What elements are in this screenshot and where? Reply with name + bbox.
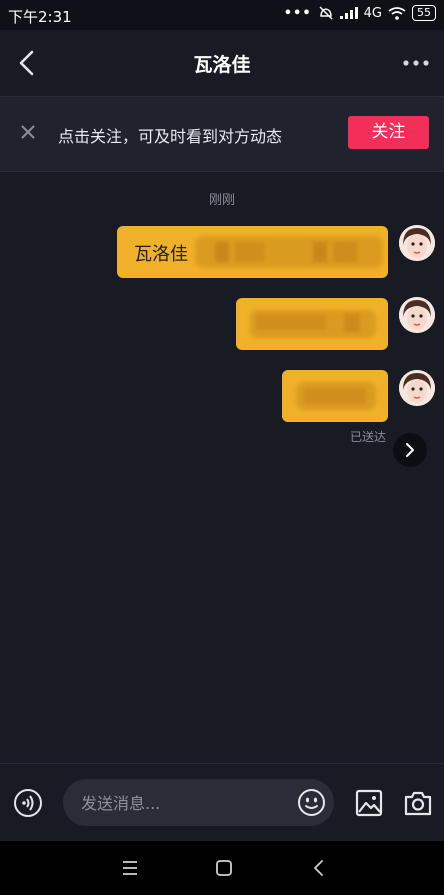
page-title: 瓦洛佳	[193, 54, 251, 76]
battery-level: 55	[412, 5, 436, 21]
follow-prompt-text: 点击关注，可及时看到对方动态	[58, 127, 283, 146]
close-icon[interactable]	[18, 122, 38, 142]
avatar[interactable]	[399, 225, 435, 261]
message-bubble[interactable]	[282, 370, 388, 422]
redacted-content	[215, 242, 229, 262]
redacted-content	[344, 314, 360, 332]
back-nav-icon[interactable]	[309, 858, 329, 878]
scroll-down-button[interactable]	[393, 433, 427, 467]
notification-dots-icon: •••	[283, 5, 312, 21]
more-dots-icon[interactable]	[402, 58, 430, 68]
follow-button[interactable]: 关注	[348, 116, 429, 149]
image-icon[interactable]	[355, 789, 383, 817]
signal-icon	[339, 7, 358, 19]
avatar-image	[399, 225, 435, 261]
status-time: 下午2:31	[8, 8, 72, 26]
redacted-content	[256, 314, 326, 330]
menu-icon[interactable]	[120, 858, 140, 878]
redacted-content	[235, 242, 265, 262]
message-timestamp: 刚刚	[208, 193, 235, 208]
follow-banner: 点击关注，可及时看到对方动态 关注	[0, 96, 444, 172]
message-composer	[0, 763, 444, 842]
redacted-content	[313, 242, 327, 262]
network-label: 4G	[363, 5, 382, 21]
delivered-status: 已送达	[349, 430, 386, 444]
chevron-right-icon	[406, 443, 414, 457]
avatar-image	[399, 297, 435, 333]
status-icons: ••• 4G 55	[284, 5, 436, 21]
chat-screen: 下午2:31 ••• 4G 55 瓦洛佳 点击关注，可及时看到对方动态 关注 刚…	[0, 0, 444, 895]
voice-icon[interactable]	[13, 788, 43, 818]
avatar-image	[399, 370, 435, 406]
status-bar: 下午2:31 ••• 4G 55	[0, 0, 444, 30]
message-bubble[interactable]	[236, 298, 388, 350]
message-input-container	[63, 779, 334, 828]
message-input[interactable]	[79, 779, 283, 828]
avatar[interactable]	[399, 370, 435, 406]
wifi-icon	[388, 6, 406, 20]
home-icon[interactable]	[214, 858, 234, 878]
system-nav-bar	[0, 841, 444, 895]
message-bubble[interactable]: 瓦洛佳	[117, 226, 388, 278]
redacted-content	[304, 388, 366, 404]
avatar[interactable]	[399, 297, 435, 333]
chat-header: 瓦洛佳	[0, 30, 444, 96]
emoji-icon[interactable]	[297, 788, 326, 817]
message-text: 瓦洛佳	[134, 244, 188, 265]
redacted-content	[333, 242, 357, 262]
camera-icon[interactable]	[403, 789, 433, 817]
mute-icon	[319, 6, 333, 20]
